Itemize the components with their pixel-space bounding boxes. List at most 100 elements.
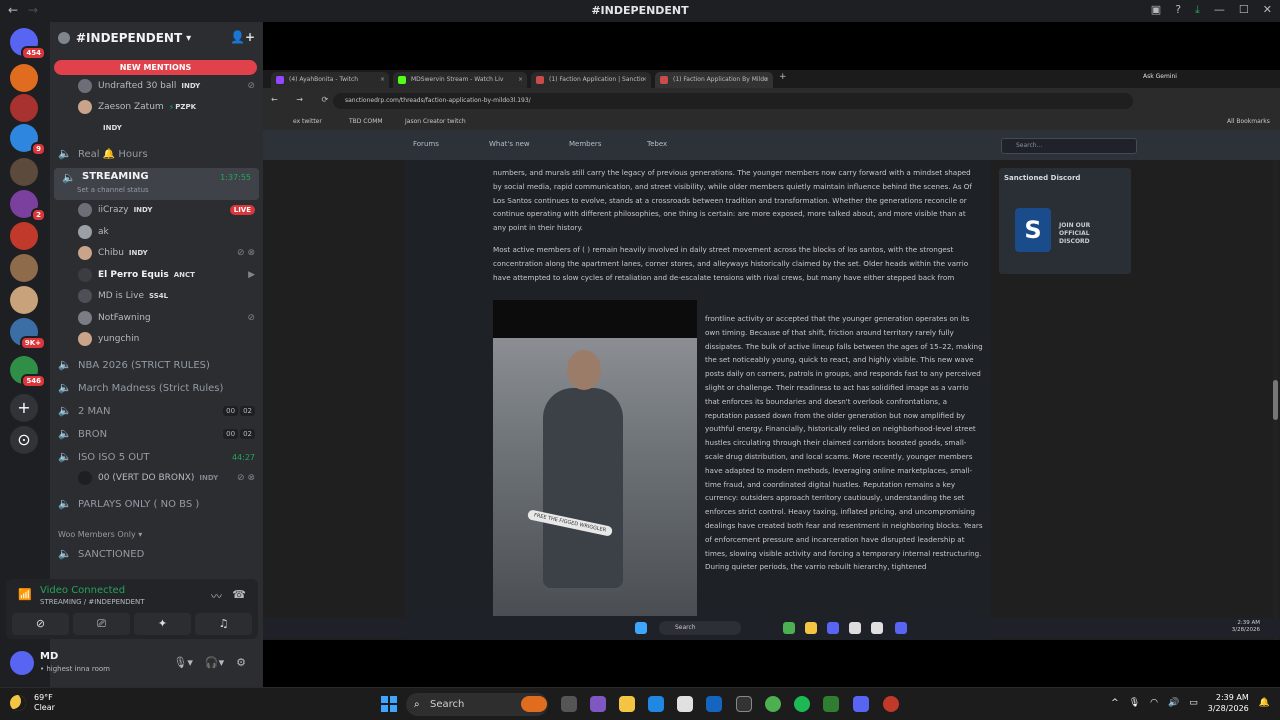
app-icon[interactable] (736, 696, 752, 712)
browser-tab[interactable]: (1) Faction Application | Sanctio × (531, 72, 651, 88)
ask-gemini-button[interactable]: Ask Gemini (1143, 73, 1177, 80)
start-button[interactable] (381, 696, 397, 712)
nav-tebex[interactable]: Tebex (647, 140, 667, 148)
voice-user[interactable]: iiCrazy INDY LIVE (50, 200, 263, 220)
task-view-icon[interactable] (561, 696, 577, 712)
nav-buttons[interactable]: ← → ⟳ (271, 95, 336, 104)
store-icon[interactable] (677, 696, 693, 712)
close-tab-icon[interactable]: × (518, 72, 523, 88)
voice-user[interactable]: El Perro Equis ANCT ▶ (50, 265, 263, 285)
voice-channel-real-hours[interactable]: 🔈 Real 🔔 Hours (50, 144, 263, 164)
voice-channel[interactable]: 🔈 2 MAN 00 02 (50, 401, 263, 421)
url-field[interactable]: sanctionedrp.com/threads/faction-applica… (333, 93, 1133, 109)
voice-location[interactable]: STREAMING / #INDEPENDENT (40, 598, 145, 606)
add-server-button[interactable]: + (10, 394, 38, 422)
server-icon[interactable] (10, 94, 38, 122)
chrome-icon[interactable] (765, 696, 781, 712)
all-bookmarks[interactable]: All Bookmarks (1227, 118, 1270, 125)
bookmark[interactable]: Jason Creator twitch (405, 118, 466, 125)
invite-icon[interactable]: 👤+ (230, 30, 255, 44)
headphones-icon[interactable]: 🎧▾ (205, 656, 224, 669)
chevron-up-icon[interactable]: ^ (1111, 698, 1119, 708)
close-tab-icon[interactable]: × (642, 72, 647, 88)
server-icon[interactable] (10, 222, 38, 250)
discover-button[interactable]: ⊙ (10, 426, 38, 454)
voice-user[interactable]: Chibu INDY ⊘ ⊗ (50, 243, 263, 263)
copilot-icon[interactable] (590, 696, 606, 712)
category-header[interactable]: Woo Members Only ▾ (58, 530, 142, 539)
nav-whats-new[interactable]: What's new (489, 140, 530, 148)
nav-forums[interactable]: Forums (413, 140, 439, 148)
wifi-icon[interactable]: ◠ (1150, 698, 1158, 708)
server-icon[interactable] (10, 64, 38, 92)
noise-suppression-icon[interactable]: 〰 (211, 588, 222, 604)
battery-icon[interactable]: ▭ (1189, 698, 1198, 708)
help-icon[interactable]: ? (1175, 3, 1181, 17)
join-discord-link[interactable]: JOIN OUR OFFICIAL DISCORD (1059, 222, 1121, 246)
new-tab-button[interactable]: + (779, 72, 787, 82)
scrollbar-thumb[interactable] (1273, 380, 1278, 420)
voice-channel[interactable]: 🔈 BRON 00 02 (50, 424, 263, 444)
new-mentions-banner[interactable]: NEW MENTIONS (54, 60, 257, 75)
notifications-icon[interactable]: 🔔 (1259, 698, 1270, 708)
close-tab-icon[interactable]: × (764, 72, 769, 88)
voice-user[interactable]: yungchin (50, 329, 263, 349)
settings-gear-icon[interactable]: ⚙ (236, 656, 246, 669)
signal-icon[interactable]: 📶 (18, 588, 32, 601)
soundboard-button[interactable]: ♫ (195, 613, 252, 635)
browser-tab[interactable]: (4) AyahBonita - Twitch × (271, 72, 389, 88)
browser-tab[interactable]: MDSwervin Stream - Watch Liv × (393, 72, 527, 88)
server-icon[interactable] (10, 158, 38, 186)
inbox-icon[interactable]: ▣ (1151, 3, 1161, 17)
close-button[interactable]: ✕ (1263, 3, 1272, 17)
voice-channel[interactable]: 🔈 March Madness (Strict Rules) (50, 378, 263, 398)
close-tab-icon[interactable]: × (380, 72, 385, 88)
stream-view[interactable]: (4) AyahBonita - Twitch × MDSwervin Stream… (263, 22, 1280, 687)
excel-icon[interactable] (823, 696, 839, 712)
microphone-icon[interactable]: 🎙 (1129, 698, 1140, 708)
weather-widget[interactable]: 69°F Clear (10, 693, 55, 713)
discord-icon[interactable] (853, 696, 869, 712)
voice-user[interactable]: NotFawning ⊘ (50, 308, 263, 328)
voice-user[interactable]: MD is Live SS4L (50, 286, 263, 306)
voice-user[interactable]: INDY (50, 118, 263, 138)
spotify-icon[interactable] (794, 696, 810, 712)
disconnect-icon[interactable]: ☎ (232, 588, 246, 601)
opera-icon[interactable] (883, 696, 899, 712)
search-highlight-icon[interactable] (521, 696, 547, 712)
voice-user[interactable]: 00 (VERT DO BRONX) INDY ⊘ ⊗ (50, 468, 263, 488)
server-icon[interactable] (10, 286, 38, 314)
voice-channel-streaming[interactable]: 🔈 STREAMING 1:37:55 (54, 168, 259, 200)
voice-channel-sanctioned[interactable]: 🔈 SANCTIONED (50, 544, 263, 564)
nav-members[interactable]: Members (569, 140, 601, 148)
server-icon[interactable] (10, 254, 38, 282)
voice-user[interactable]: Undrafted 30 ball INDY ⊘ (50, 76, 263, 96)
activities-button[interactable]: ✦ (134, 613, 191, 635)
voice-channel-parlays[interactable]: 🔈 PARLAYS ONLY ( NO BS ) (50, 494, 263, 514)
edge-icon[interactable] (648, 696, 664, 712)
clock[interactable]: 2:39 AM 3/28/2026 (1208, 692, 1249, 714)
browser-tab[interactable]: (1) Faction Application By Mildo × (655, 72, 773, 88)
live-badge[interactable]: LIVE (229, 205, 255, 215)
minimize-button[interactable]: — (1214, 3, 1225, 17)
discord-widget[interactable]: Sanctioned Discord S JOIN OUR OFFICIAL D… (999, 168, 1131, 274)
avatar[interactable] (10, 651, 34, 675)
camera-off-button[interactable]: ⊘ (12, 613, 69, 635)
screen-share-button[interactable]: ⎚ (73, 613, 130, 635)
voice-channel[interactable]: 🔈 NBA 2026 (STRICT RULES) (50, 355, 263, 375)
mail-icon[interactable] (706, 696, 722, 712)
bookmark[interactable]: TBD COMM (349, 118, 383, 125)
microphone-icon[interactable]: 🎙▾ (173, 656, 193, 669)
voice-user[interactable]: Zaeson Zatum ⚡ PZPK (50, 97, 263, 117)
download-icon[interactable]: ⤓ (1195, 3, 1200, 17)
volume-icon[interactable]: 🔊 (1168, 698, 1179, 708)
embedded-video[interactable]: FREE THE FIGGED WRIGGLER (493, 300, 697, 616)
maximize-button[interactable]: ☐ (1239, 3, 1249, 17)
file-explorer-icon[interactable] (619, 696, 635, 712)
bookmark[interactable]: ex twitter (293, 118, 322, 125)
guild-header[interactable]: #INDEPENDENT ▾ 👤+ (50, 22, 263, 54)
voice-user[interactable]: ak (50, 222, 263, 242)
channel-status[interactable]: Set a channel status (77, 186, 149, 194)
site-search-input[interactable]: Search... (1001, 138, 1137, 154)
voice-channel[interactable]: 🔈 ISO ISO 5 OUT 44:27 (50, 447, 263, 467)
